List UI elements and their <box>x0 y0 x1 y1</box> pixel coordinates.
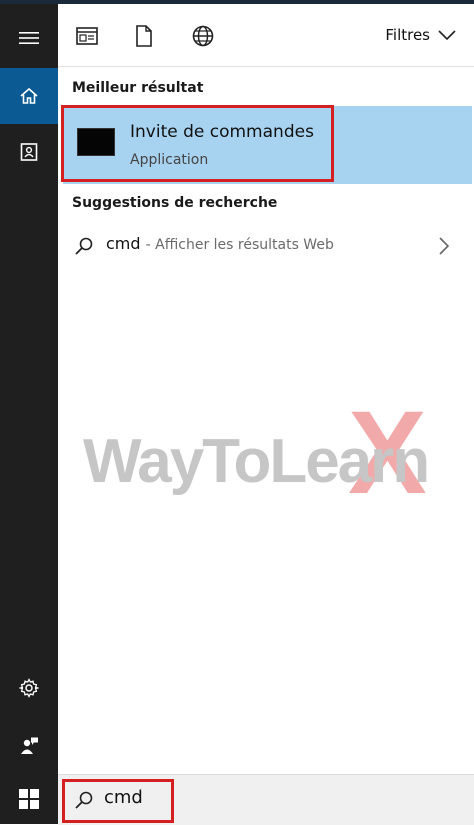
filters-label: Filtres <box>385 26 430 44</box>
sidebar-item-feedback[interactable] <box>0 718 58 774</box>
home-icon <box>20 87 38 104</box>
sidebar <box>0 4 58 824</box>
windows-start-icon <box>19 789 39 809</box>
chevron-right-icon <box>439 237 450 255</box>
search-suggestions-heading: Suggestions de recherche <box>72 195 278 211</box>
apps-filter-button[interactable] <box>75 24 99 48</box>
document-icon <box>136 25 152 47</box>
best-match-heading: Meilleur résultat <box>72 80 204 96</box>
filter-toolbar: Filtres <box>58 4 474 66</box>
documents-filter-button[interactable] <box>132 24 156 48</box>
hamburger-menu-button[interactable] <box>0 10 58 66</box>
apps-icon <box>76 27 98 45</box>
suggestion-item[interactable]: cmd - Afficher les résultats Web <box>58 226 474 266</box>
sidebar-item-notebook[interactable] <box>0 124 58 180</box>
suggestion-query: cmd <box>106 234 141 253</box>
filters-dropdown[interactable]: Filtres <box>385 26 456 44</box>
highlight-annotation-box <box>61 105 334 182</box>
chevron-down-icon <box>438 30 456 40</box>
sidebar-item-settings[interactable] <box>0 660 58 716</box>
search-panel: Filtres Meilleur résultat Invite de comm… <box>58 4 474 825</box>
web-filter-button[interactable] <box>191 24 215 48</box>
settings-gear-icon <box>19 678 39 698</box>
sidebar-item-home[interactable] <box>0 68 58 124</box>
web-globe-icon <box>192 25 214 47</box>
feedback-user-icon <box>21 737 38 754</box>
notebook-icon <box>20 143 38 161</box>
watermark: X WayToLearn <box>83 394 463 514</box>
menu-icon <box>19 32 39 44</box>
search-annotation-box <box>62 779 174 823</box>
search-bar[interactable] <box>58 774 474 825</box>
start-button[interactable] <box>0 774 58 824</box>
toolbar-divider <box>58 66 474 67</box>
suggestion-text: cmd - Afficher les résultats Web <box>106 234 334 253</box>
search-icon <box>75 237 93 255</box>
suggestion-description: - Afficher les résultats Web <box>145 237 334 253</box>
watermark-text: WayToLearn <box>83 427 430 496</box>
